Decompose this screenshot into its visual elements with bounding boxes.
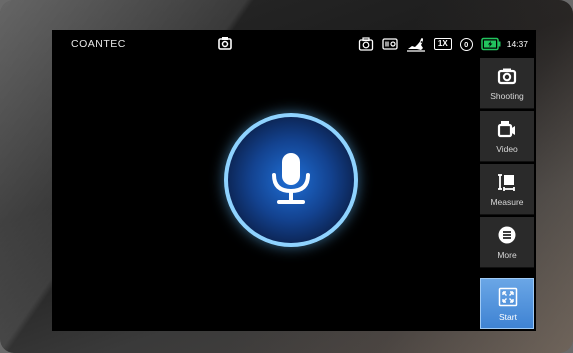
more-button[interactable]: More <box>480 217 534 268</box>
microphone-icon <box>272 153 310 204</box>
fullscreen-icon <box>498 287 518 307</box>
start-button[interactable]: Start <box>480 278 534 329</box>
side-menu: Shooting Video Measure More Start <box>480 58 534 331</box>
rabbit-speed-icon <box>406 38 425 52</box>
camera-icon <box>497 68 517 85</box>
battery-charging-icon <box>480 37 501 51</box>
voice-button[interactable] <box>224 113 358 247</box>
shooting-button[interactable]: Shooting <box>480 58 534 109</box>
shooting-label: Shooting <box>490 91 524 101</box>
video-button[interactable]: Video <box>480 111 534 162</box>
more-icon <box>498 226 516 244</box>
clock: 14:37 <box>506 39 528 49</box>
record-icon <box>382 38 398 50</box>
measure-icon <box>498 174 515 191</box>
brand-label: COANTEC <box>71 38 126 50</box>
zero-indicator: 0 <box>459 37 473 51</box>
start-label: Start <box>499 312 517 322</box>
more-label: More <box>497 250 517 260</box>
camera-icon <box>358 37 374 51</box>
measure-button[interactable]: Measure <box>480 164 534 215</box>
voice-button-inner <box>228 117 354 243</box>
video-icon <box>497 121 515 138</box>
zoom-indicator: 1X <box>433 38 452 50</box>
measure-label: Measure <box>490 197 524 207</box>
camera-mode-icon <box>218 37 232 50</box>
video-label: Video <box>496 144 518 154</box>
device-screen: COANTEC 1X 0 14:37 Shooting Video Measur… <box>52 30 536 331</box>
status-icons: 1X 0 14:37 <box>358 35 528 53</box>
device-frame: COANTEC 1X 0 14:37 Shooting Video Measur… <box>0 0 573 353</box>
status-bar: COANTEC 1X 0 14:37 <box>52 30 536 58</box>
